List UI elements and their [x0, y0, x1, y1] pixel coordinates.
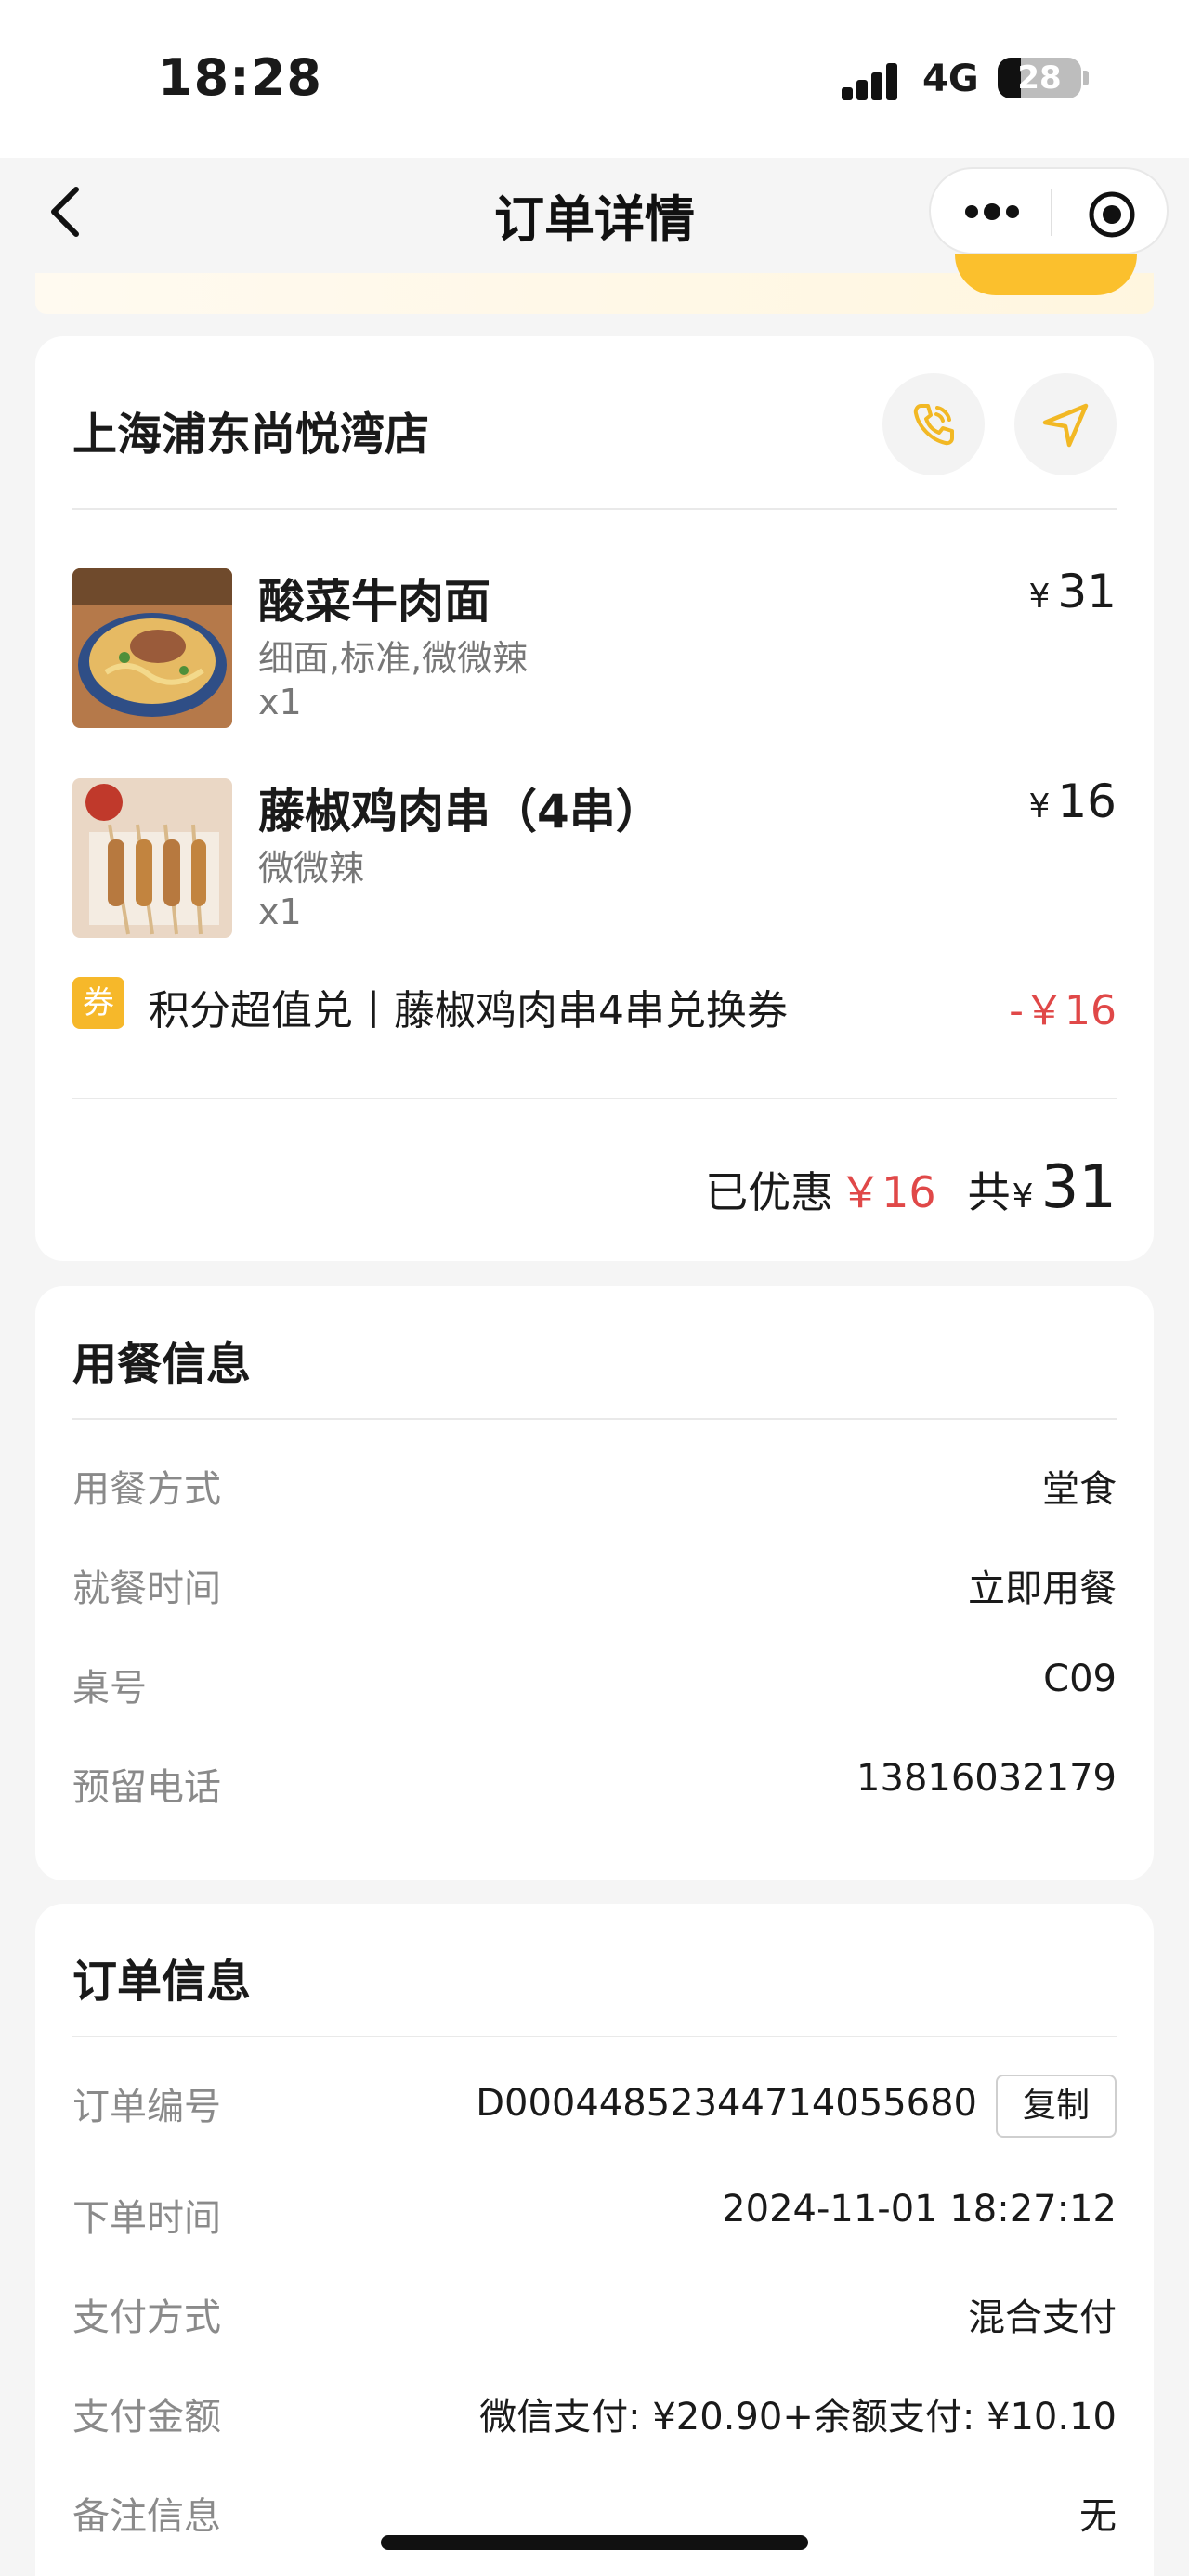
order-number-label: 订单编号 — [72, 2086, 221, 2128]
phone-label: 预留电话 — [72, 1766, 221, 1809]
call-store-button[interactable] — [882, 373, 985, 475]
more-icon[interactable] — [962, 195, 1022, 228]
dining-time-label: 就餐时间 — [72, 1568, 221, 1610]
currency-symbol: ¥ — [1028, 578, 1051, 616]
divider — [72, 1418, 1117, 1420]
section-title: 用餐信息 — [72, 1338, 252, 1390]
table-number-label: 桌号 — [72, 1667, 147, 1710]
battery-tip — [1083, 71, 1089, 85]
item-name: 藤椒鸡肉串（4串） — [258, 785, 662, 839]
item-price-value: 31 — [1057, 565, 1117, 618]
remark-value: 无 — [1079, 2495, 1117, 2538]
discount-value: ￥16 — [839, 1167, 936, 1217]
capsule-divider — [1051, 189, 1052, 236]
coupon-badge: 券 — [72, 977, 124, 1029]
home-indicator — [381, 2535, 808, 2550]
payment-method-value: 混合支付 — [968, 2296, 1117, 2339]
order-time-value: 2024-11-01 18:27:12 — [722, 2188, 1117, 2231]
order-time-label: 下单时间 — [72, 2197, 221, 2240]
item-quantity: x1 — [258, 891, 302, 932]
dining-method-label: 用餐方式 — [72, 1468, 221, 1511]
order-info-card: 订单信息 订单编号 D00044852344714055680 复制 下单时间 … — [35, 1904, 1154, 2576]
order-number-value: D00044852344714055680 — [476, 2082, 977, 2125]
dining-method-value: 堂食 — [1042, 1468, 1117, 1511]
payment-amount-value: 微信支付: ¥20.90+余额支付: ¥10.10 — [479, 2396, 1117, 2439]
store-name: 上海浦东尚悦湾店 — [72, 409, 430, 461]
copy-button[interactable]: 复制 — [996, 2075, 1117, 2138]
item-image-skewers — [72, 778, 232, 938]
table-number-value: C09 — [1043, 1658, 1117, 1700]
total-label: 共 — [967, 1167, 1011, 1217]
payment-method-label: 支付方式 — [72, 2296, 221, 2339]
signal-icon — [842, 61, 905, 100]
battery-icon: 28 — [998, 58, 1081, 98]
order-total-row: 已优惠 ￥16 共¥ 31 — [705, 1153, 1117, 1222]
dining-info-card: 用餐信息 用餐方式 堂食 就餐时间 立即用餐 桌号 C09 预留电话 13816… — [35, 1286, 1154, 1880]
item-image-noodles — [72, 568, 232, 728]
status-bar: 18:28 4G 28 订单详情 — [0, 0, 1189, 254]
divider — [72, 508, 1117, 510]
item-price: ¥16 — [1028, 774, 1117, 828]
miniapp-capsule — [929, 167, 1169, 254]
banner-button-edge — [955, 254, 1137, 295]
currency-symbol: ¥ — [1028, 787, 1051, 826]
item-price-value: 16 — [1057, 774, 1117, 828]
navigation-icon — [1042, 403, 1089, 448]
item-spec: 微微辣 — [258, 848, 365, 889]
status-banner-edge — [0, 254, 1189, 314]
remark-label: 备注信息 — [72, 2495, 221, 2538]
section-title: 订单信息 — [72, 1956, 252, 2008]
payment-amount-label: 支付金额 — [72, 2396, 221, 2439]
phone-icon — [913, 404, 954, 446]
divider — [72, 2036, 1117, 2037]
item-quantity: x1 — [258, 682, 302, 722]
dining-time-value: 立即用餐 — [968, 1568, 1117, 1610]
phone-value: 13816032179 — [856, 1757, 1117, 1800]
item-name: 酸菜牛肉面 — [258, 575, 490, 629]
navigate-store-button[interactable] — [1014, 373, 1117, 475]
divider — [72, 1098, 1117, 1099]
item-spec: 细面,标准,微微辣 — [258, 638, 529, 679]
coupon-description: 积分超值兑丨藤椒鸡肉串4串兑换券 — [149, 987, 788, 1034]
network-type: 4G — [922, 58, 979, 100]
close-miniapp-icon[interactable] — [1087, 189, 1137, 240]
order-items-card: 上海浦东尚悦湾店 酸菜牛肉面 细面,标准,微微辣 x1 ¥31 藤椒鸡肉串（4串… — [35, 336, 1154, 1261]
item-price: ¥31 — [1028, 565, 1117, 618]
battery-level: 28 — [1017, 59, 1062, 97]
discount-label: 已优惠 — [705, 1167, 834, 1217]
total-amount: 31 — [1040, 1153, 1117, 1222]
coupon-discount: -￥16 — [1009, 987, 1117, 1034]
total-currency: ¥ — [1012, 1177, 1034, 1216]
status-time: 18:28 — [158, 48, 322, 107]
